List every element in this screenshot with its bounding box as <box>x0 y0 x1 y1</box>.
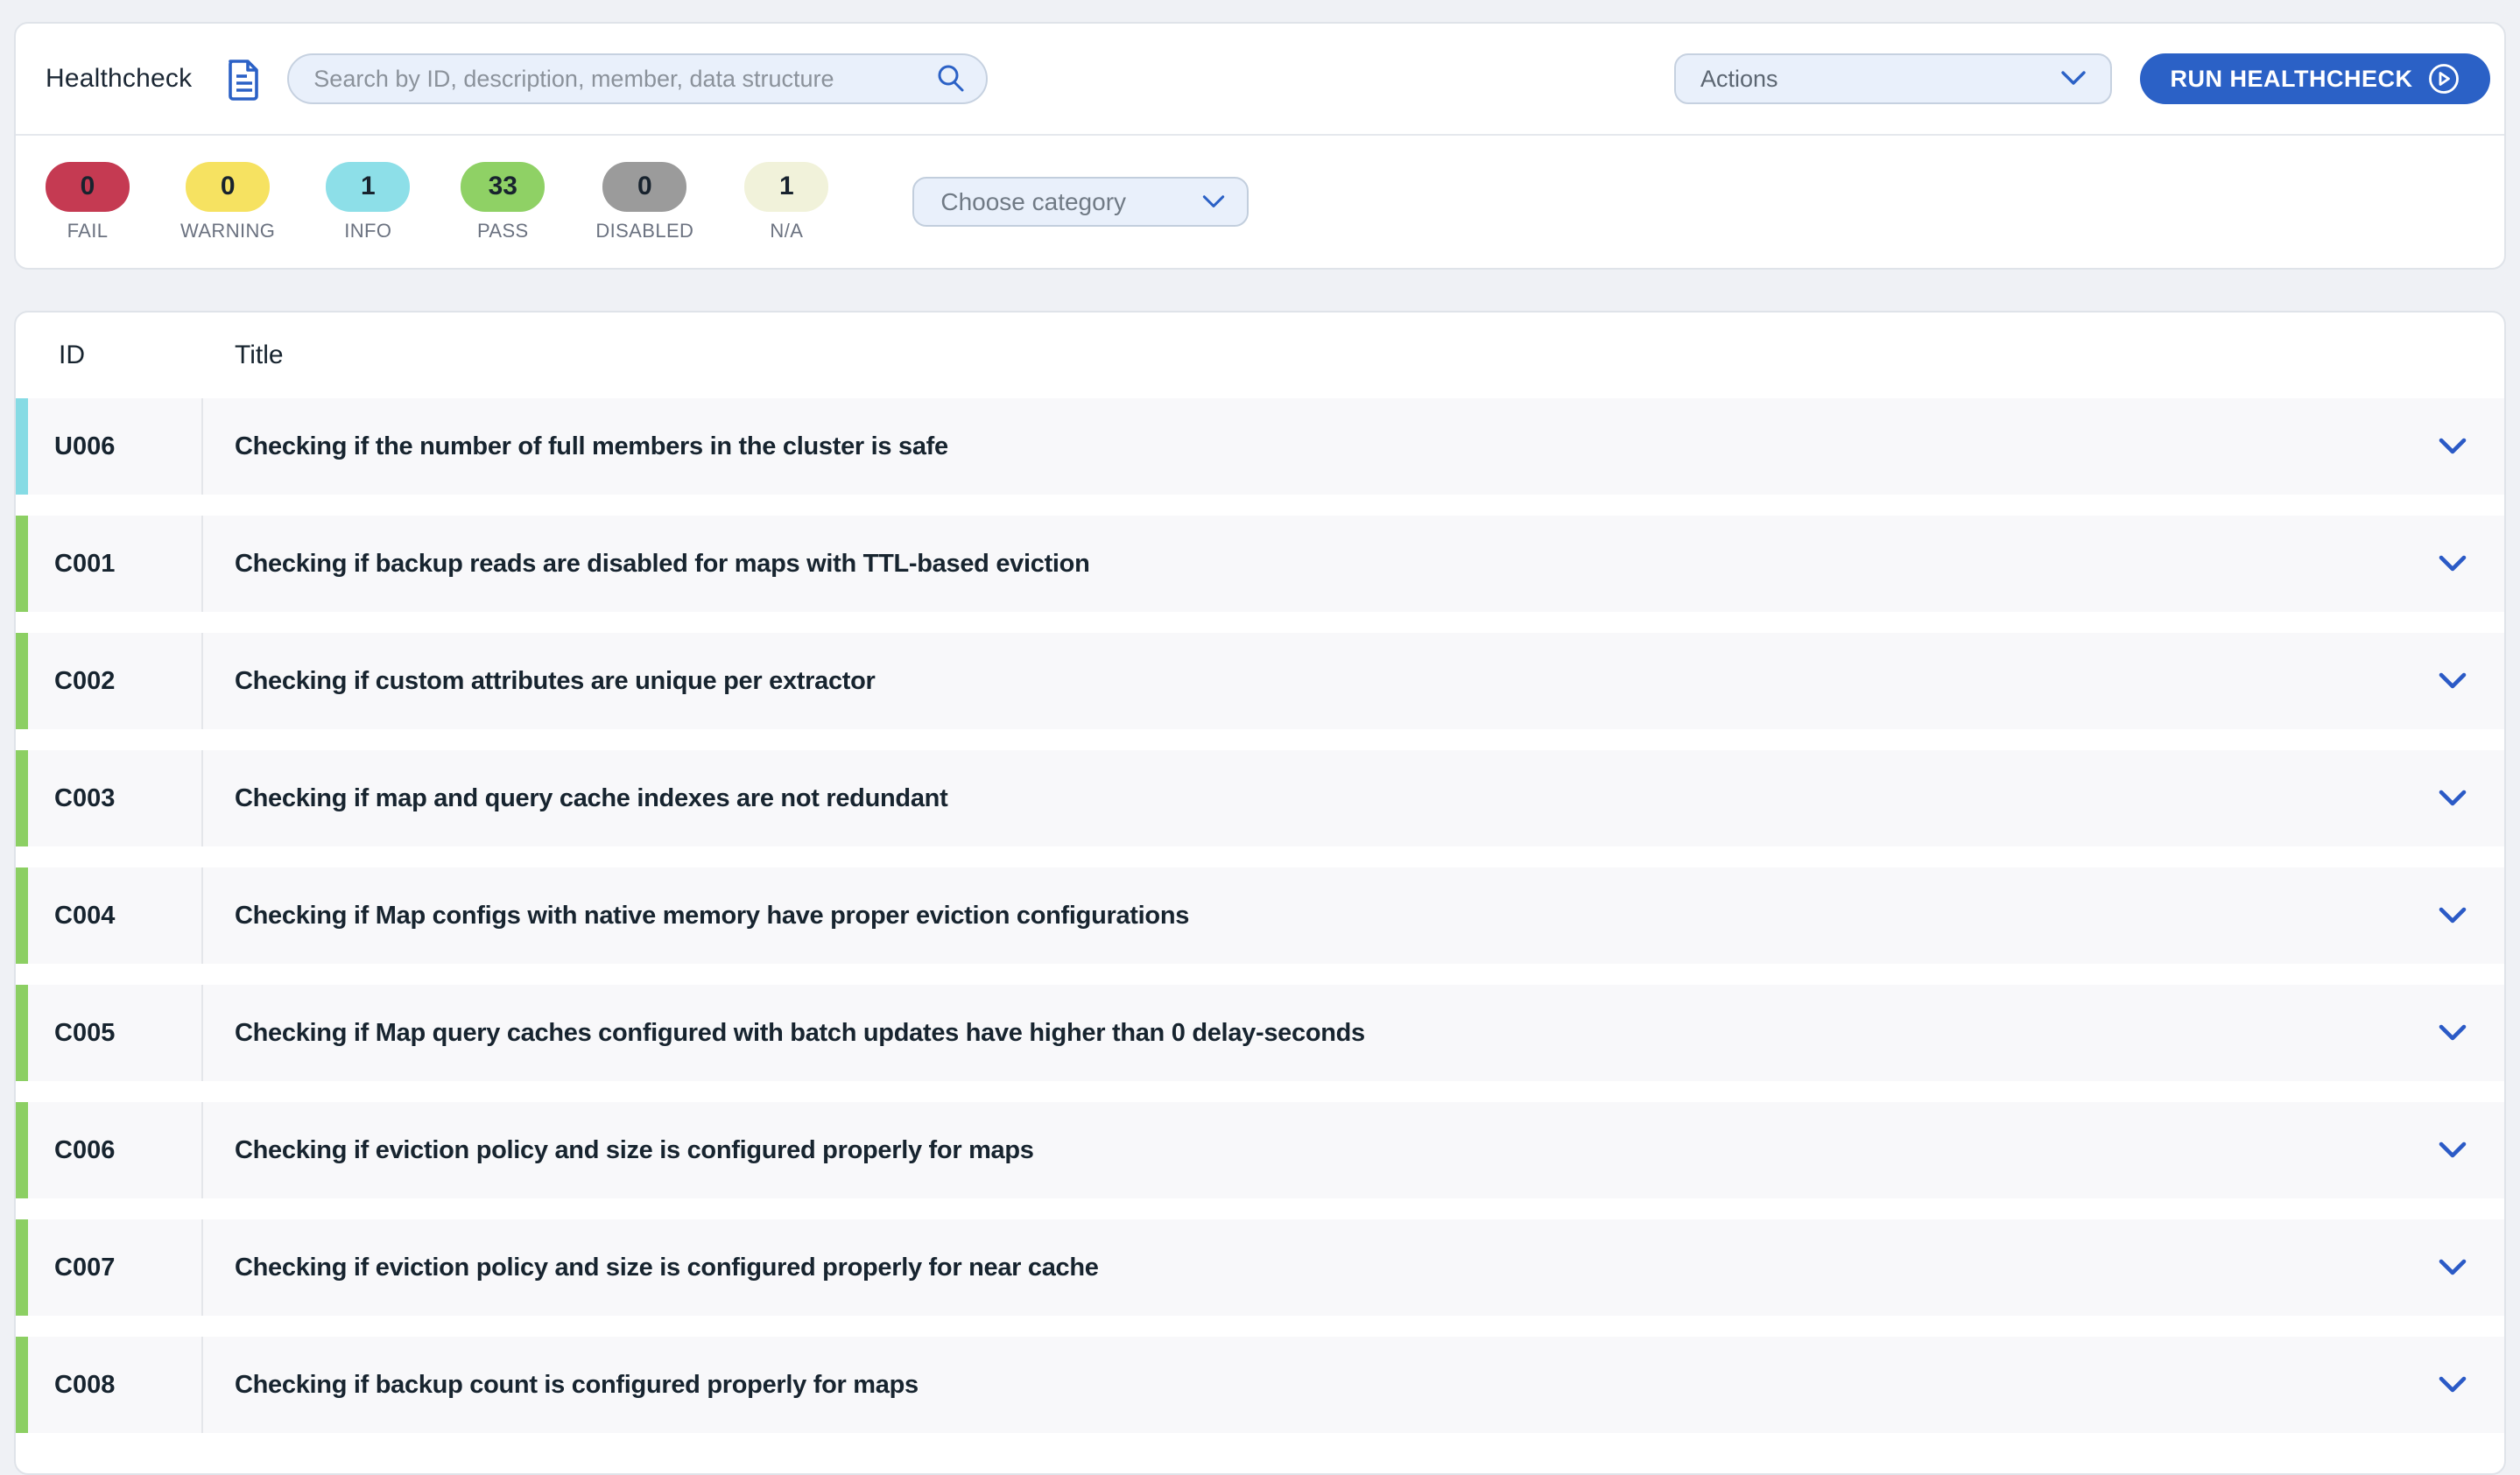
run-healthcheck-label: RUN HEALTHCHECK <box>2171 66 2413 93</box>
status-badges: 0 FAIL 0 WARNING 1 INFO 33 PASS 0 DISABL… <box>46 162 828 242</box>
row-title: Checking if custom attributes are unique… <box>203 633 2438 729</box>
status-badge-count: 0 <box>186 162 270 212</box>
healthcheck-table-body: U006 Checking if the number of full memb… <box>16 398 2504 1433</box>
healthcheck-table-card: ID Title U006 Checking if the number of … <box>14 311 2506 1475</box>
row-expand-chevron-icon[interactable] <box>2438 516 2467 612</box>
row-expand-chevron-icon[interactable] <box>2438 633 2467 729</box>
table-row[interactable]: C001 Checking if backup reads are disabl… <box>16 516 2504 612</box>
search-input[interactable] <box>313 66 935 93</box>
row-status-bar <box>16 867 28 964</box>
search-box <box>287 53 988 104</box>
category-dropdown[interactable]: Choose category <box>912 177 1249 227</box>
column-header-id: ID <box>59 341 235 370</box>
actions-dropdown-label: Actions <box>1700 66 1778 93</box>
status-badge-count: 33 <box>461 162 545 212</box>
category-dropdown-label: Choose category <box>940 188 1126 216</box>
row-id: C004 <box>28 867 203 964</box>
chevron-down-icon <box>1200 193 1228 211</box>
row-id: C001 <box>28 516 203 612</box>
status-badge: 0 DISABLED <box>595 162 693 242</box>
row-status-bar <box>16 985 28 1081</box>
document-icon <box>223 57 263 101</box>
row-expand-chevron-icon[interactable] <box>2438 750 2467 846</box>
run-healthcheck-button[interactable]: RUN HEALTHCHECK <box>2140 53 2490 104</box>
play-circle-icon <box>2427 62 2460 95</box>
status-badge-label: PASS <box>477 220 529 242</box>
row-status-bar <box>16 750 28 846</box>
table-row[interactable]: C004 Checking if Map configs with native… <box>16 867 2504 964</box>
table-row[interactable]: C002 Checking if custom attributes are u… <box>16 633 2504 729</box>
row-id: C003 <box>28 750 203 846</box>
row-title: Checking if map and query cache indexes … <box>203 750 2438 846</box>
table-row[interactable]: C008 Checking if backup count is configu… <box>16 1337 2504 1433</box>
table-row[interactable]: C006 Checking if eviction policy and siz… <box>16 1102 2504 1198</box>
table-row[interactable]: C007 Checking if eviction policy and siz… <box>16 1219 2504 1316</box>
actions-dropdown[interactable]: Actions <box>1674 53 2112 104</box>
row-id: C006 <box>28 1102 203 1198</box>
row-id: C007 <box>28 1219 203 1316</box>
row-status-bar <box>16 1102 28 1198</box>
row-status-bar <box>16 1337 28 1433</box>
row-id: C002 <box>28 633 203 729</box>
status-badge: 1 INFO <box>326 162 410 242</box>
row-title: Checking if backup reads are disabled fo… <box>203 516 2438 612</box>
chevron-down-icon <box>2058 69 2089 88</box>
row-id: C005 <box>28 985 203 1081</box>
row-status-bar <box>16 398 28 495</box>
row-title: Checking if eviction policy and size is … <box>203 1102 2438 1198</box>
status-badge: 0 FAIL <box>46 162 130 242</box>
row-title: Checking if Map configs with native memo… <box>203 867 2438 964</box>
status-badge-count: 1 <box>744 162 828 212</box>
toolbar-card: Healthcheck Actions <box>14 22 2506 270</box>
table-row[interactable]: C005 Checking if Map query caches config… <box>16 985 2504 1081</box>
status-badge-label: N/A <box>770 220 803 242</box>
table-row[interactable]: U006 Checking if the number of full memb… <box>16 398 2504 495</box>
row-expand-chevron-icon[interactable] <box>2438 1219 2467 1316</box>
row-status-bar <box>16 1219 28 1316</box>
row-status-bar <box>16 633 28 729</box>
status-badge-label: INFO <box>344 220 391 242</box>
row-expand-chevron-icon[interactable] <box>2438 985 2467 1081</box>
search-icon[interactable] <box>935 63 967 95</box>
header-row: Healthcheck Actions <box>16 24 2504 136</box>
page-title: Healthcheck <box>46 64 192 94</box>
row-expand-chevron-icon[interactable] <box>2438 398 2467 495</box>
status-badge-label: FAIL <box>67 220 109 242</box>
status-badge-label: DISABLED <box>595 220 693 242</box>
row-id: C008 <box>28 1337 203 1433</box>
row-title: Checking if eviction policy and size is … <box>203 1219 2438 1316</box>
summary-row: 0 FAIL 0 WARNING 1 INFO 33 PASS 0 DISABL… <box>16 136 2504 268</box>
status-badge: 33 PASS <box>461 162 545 242</box>
row-title: Checking if backup count is configured p… <box>203 1337 2438 1433</box>
status-badge-count: 1 <box>326 162 410 212</box>
row-id: U006 <box>28 398 203 495</box>
row-title: Checking if Map query caches configured … <box>203 985 2438 1081</box>
status-badge: 1 N/A <box>744 162 828 242</box>
column-header-title: Title <box>235 341 284 370</box>
row-status-bar <box>16 516 28 612</box>
row-expand-chevron-icon[interactable] <box>2438 1337 2467 1433</box>
row-expand-chevron-icon[interactable] <box>2438 867 2467 964</box>
row-title: Checking if the number of full members i… <box>203 398 2438 495</box>
status-badge-count: 0 <box>46 162 130 212</box>
status-badge-count: 0 <box>602 162 686 212</box>
status-badge-label: WARNING <box>180 220 275 242</box>
table-row[interactable]: C003 Checking if map and query cache ind… <box>16 750 2504 846</box>
status-badge: 0 WARNING <box>180 162 275 242</box>
row-expand-chevron-icon[interactable] <box>2438 1102 2467 1198</box>
table-header: ID Title <box>16 313 2504 398</box>
